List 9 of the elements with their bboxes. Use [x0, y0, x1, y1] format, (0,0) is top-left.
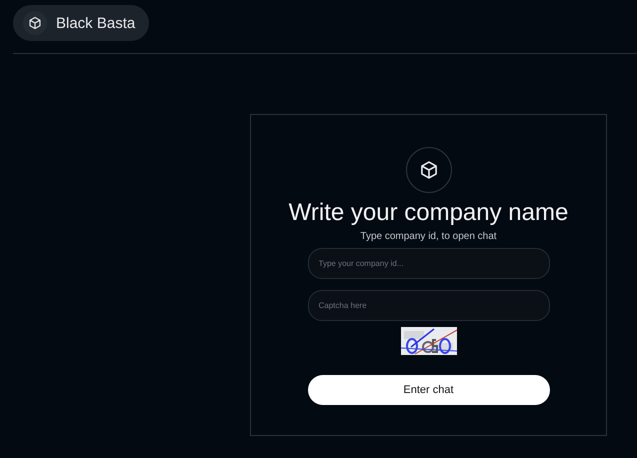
brand-badge[interactable]: Black Basta	[13, 5, 150, 41]
enter-chat-button[interactable]: Enter chat	[308, 375, 550, 405]
input-field[interactable]: Captcha here	[308, 290, 550, 321]
cube-icon	[406, 147, 452, 193]
cube-icon	[28, 16, 42, 30]
form-title: Write your company name	[288, 199, 568, 227]
form-subtitle: Type company id, to open chat	[360, 231, 497, 242]
input-field[interactable]: Type your company id...	[308, 248, 550, 279]
brand-name: Black Basta	[56, 14, 136, 32]
